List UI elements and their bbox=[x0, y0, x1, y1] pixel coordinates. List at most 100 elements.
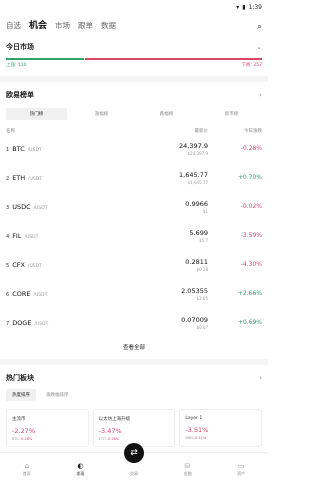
tab-gainers[interactable]: 涨幅榜 bbox=[71, 108, 132, 120]
nav-trade-label: 交易 bbox=[130, 471, 138, 476]
quote-currency: /USDT bbox=[33, 292, 48, 298]
home-icon: ⌂ bbox=[24, 462, 30, 470]
up-down-ratio-bar bbox=[6, 58, 262, 60]
header-price: 最新价 bbox=[194, 129, 209, 134]
ratio-labels: 上涨: 110 下跌: 252 bbox=[0, 60, 268, 68]
status-bar: ▾ ▮ 1:39 bbox=[0, 0, 268, 14]
list-item[interactable]: 1 BTC /USDT 24,397.9 $24,397.9 -0.28% bbox=[6, 134, 262, 163]
ratio-up-segment bbox=[6, 58, 84, 60]
rankings-header[interactable]: 欧易榜单 › bbox=[0, 86, 268, 104]
finance-icon: ⛁ bbox=[184, 462, 191, 470]
change-percent: +2.66% bbox=[237, 290, 262, 297]
tab-sort-by-change[interactable]: 涨跌幅排序 bbox=[40, 389, 75, 401]
change-percent: -4.30% bbox=[240, 261, 262, 268]
list-item[interactable]: 5 CFX /USDT 0.2811 $0.28 -4.30% bbox=[6, 250, 262, 279]
fiat-price: $24,397.9 bbox=[187, 150, 208, 156]
hot-sectors-sub-tabs: 热度排序 涨跌幅排序 bbox=[0, 387, 268, 401]
nav-home[interactable]: ⌂ 首页 bbox=[7, 462, 47, 477]
change-percent: -0.28% bbox=[240, 145, 262, 152]
quote-currency: /USDT bbox=[27, 147, 42, 153]
coin-symbol: BTC bbox=[12, 144, 25, 153]
fiat-price: $5.7 bbox=[199, 237, 208, 243]
leader-change: -0.28% bbox=[19, 437, 33, 441]
sector-cards: 主流币 -2.27% BTC -0.28% 以太坊上海升级 -3.47% ETH… bbox=[0, 401, 268, 447]
top-nav: 自选 机会 市场 跟单 数据 ⌕ bbox=[0, 14, 268, 34]
sector-name: Layer 1 bbox=[185, 416, 203, 421]
swap-arrows-icon: ⇄ bbox=[130, 448, 138, 458]
hot-sectors-header[interactable]: 热门板块 › bbox=[0, 369, 268, 387]
tab-sort-by-heat[interactable]: 热度排序 bbox=[6, 389, 36, 401]
sector-card[interactable]: 以太坊上海升级 -3.47% ETH -0.26% bbox=[92, 409, 176, 447]
coin-symbol: CFX bbox=[12, 260, 25, 269]
last-price: 0.9966 bbox=[185, 199, 208, 208]
sector-name: 以太坊上海升级 bbox=[98, 417, 131, 422]
status-time: 1:39 bbox=[248, 3, 262, 11]
rankings-sub-tabs: 热门榜 涨幅榜 跌幅榜 新币榜 bbox=[0, 104, 268, 120]
tab-hot[interactable]: 热门榜 bbox=[6, 108, 67, 120]
down-count: 下跌: 252 bbox=[241, 63, 262, 68]
header-name: 名称 bbox=[6, 129, 15, 134]
tab-opportunity[interactable]: 机会 bbox=[29, 18, 47, 34]
last-price: 0.2811 bbox=[185, 257, 208, 266]
last-price: 0.07009 bbox=[181, 315, 208, 324]
status-icons: ▾ ▮ 1:39 bbox=[236, 4, 262, 11]
tab-data[interactable]: 数据 bbox=[101, 20, 116, 34]
discover-icon: ◐ bbox=[77, 462, 84, 470]
list-item[interactable]: 4 FIL /USDT 5.699 $5.7 -3.59% bbox=[6, 221, 262, 250]
tab-losers[interactable]: 跌幅榜 bbox=[136, 108, 197, 120]
nav-discover-label: 发现 bbox=[76, 471, 85, 476]
header-change: 今日涨跌 bbox=[244, 129, 262, 134]
sector-leader: BNB -0.11% bbox=[185, 436, 256, 440]
rank-number: 2 bbox=[6, 175, 10, 182]
coin-symbol: FIL bbox=[12, 231, 22, 240]
leader-symbol: BTC bbox=[12, 437, 19, 441]
nav-assets-label: 资产 bbox=[237, 471, 246, 476]
fiat-price: $1 bbox=[202, 208, 208, 214]
quote-currency: /USDT bbox=[34, 321, 49, 327]
change-percent: +0.69% bbox=[237, 319, 262, 326]
fiat-price: $1,645.77 bbox=[187, 179, 208, 185]
leader-change: -0.11% bbox=[193, 436, 207, 440]
list-item[interactable]: 6 CORE /USDT 2.05355 $2.05 +2.66% bbox=[6, 279, 262, 308]
coin-symbol: DOGE bbox=[12, 318, 32, 327]
fiat-price: $0.28 bbox=[196, 266, 208, 272]
quote-currency: /USDT bbox=[24, 234, 39, 240]
rank-number: 3 bbox=[6, 204, 10, 211]
today-market-header[interactable]: 今日市场 ⌄ bbox=[0, 38, 268, 56]
coin-symbol: ETH bbox=[12, 173, 26, 182]
quote-currency: /USDT bbox=[33, 205, 48, 211]
search-icon[interactable]: ⌕ bbox=[257, 22, 262, 34]
wallet-icon: ▭ bbox=[237, 462, 245, 470]
change-percent: -0.02% bbox=[240, 203, 262, 210]
tab-market[interactable]: 市场 bbox=[55, 20, 70, 34]
last-price: 5.699 bbox=[189, 228, 208, 237]
ranking-list: 1 BTC /USDT 24,397.9 $24,397.9 -0.28% 2 … bbox=[0, 134, 268, 337]
list-item[interactable]: 2 ETH /USDT 1,645.77 $1,645.77 +0.70% bbox=[6, 163, 262, 192]
wifi-icon: ▾ bbox=[236, 3, 240, 11]
trade-button[interactable]: ⇄ bbox=[124, 443, 144, 463]
tab-watchlist[interactable]: 自选 bbox=[6, 20, 21, 34]
chevron-right-icon[interactable]: › bbox=[259, 91, 262, 99]
fiat-price: $2.05 bbox=[196, 295, 208, 301]
sector-card[interactable]: Layer 1 -3.51% BNB -0.11% bbox=[179, 409, 263, 447]
chevron-down-icon[interactable]: ⌄ bbox=[256, 43, 262, 51]
quote-currency: /USDT bbox=[27, 263, 42, 269]
coin-symbol: USDC bbox=[12, 202, 31, 211]
tab-new-listings[interactable]: 新币榜 bbox=[201, 108, 262, 120]
leader-symbol: BNB bbox=[185, 436, 193, 440]
leader-symbol: ETH bbox=[98, 437, 106, 441]
nav-finance[interactable]: ⛁ 金融 bbox=[168, 462, 208, 477]
tab-copy-trading[interactable]: 跟单 bbox=[78, 20, 93, 34]
sector-card[interactable]: 主流币 -2.27% BTC -0.28% bbox=[6, 409, 89, 447]
leader-change: -0.26% bbox=[106, 437, 120, 441]
list-item[interactable]: 7 DOGE /USDT 0.07009 $0.07 +0.69% bbox=[6, 308, 262, 337]
list-item[interactable]: 3 USDC /USDT 0.9966 $1 -0.02% bbox=[6, 192, 262, 221]
nav-discover[interactable]: ◐ 发现 bbox=[60, 462, 100, 477]
ratio-down-segment bbox=[84, 58, 262, 60]
view-all-link[interactable]: 查看全部 bbox=[0, 337, 268, 359]
sector-name: 主流币 bbox=[12, 417, 26, 422]
chevron-right-icon[interactable]: › bbox=[259, 374, 262, 382]
nav-assets[interactable]: ▭ 资产 bbox=[221, 462, 261, 477]
sector-change: -3.51% bbox=[185, 426, 209, 434]
nav-finance-label: 金融 bbox=[183, 471, 192, 476]
